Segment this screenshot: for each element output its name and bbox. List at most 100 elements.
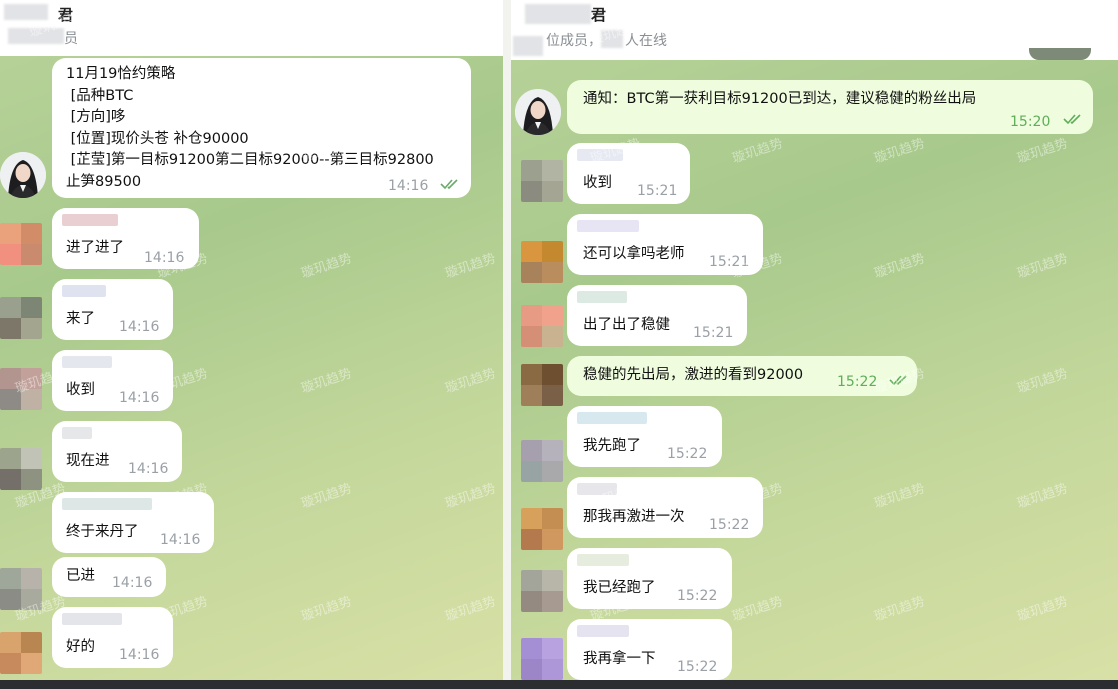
watermark: 璇玑趋势: [443, 594, 498, 625]
pixelated-avatar[interactable]: [521, 638, 563, 680]
blurred-sender-name: [62, 427, 92, 439]
watermark: 璇玑趋势: [1015, 481, 1070, 512]
message-text: 通知：BTC第一获利目标91200已到达，建议稳健的粉丝出局: [583, 91, 977, 107]
message-time: 15:21: [693, 325, 734, 341]
watermark: 璇玑趋势: [299, 594, 354, 625]
strategy-line: [芷莹]第一目标91200第二目标92000--第三目标92800: [66, 152, 434, 168]
watermark: 璇玑趋势: [299, 251, 354, 282]
message-time: 15:21: [637, 183, 678, 199]
strategy-line: 止笋89500: [66, 173, 142, 190]
notice-message[interactable]: 通知：BTC第一获利目标91200已到达，建议稳健的粉丝出局 15:20: [567, 80, 1093, 134]
message-text: 出了出了稳健: [583, 317, 670, 333]
pixelated-avatar[interactable]: [521, 570, 563, 612]
message-time: 15:22: [667, 446, 708, 462]
incoming-message[interactable]: 现在进 14:16: [52, 421, 182, 482]
blurred-sender-name: [577, 220, 639, 232]
pixelated-avatar[interactable]: [0, 297, 42, 339]
message-time: 15:21: [709, 254, 750, 270]
strategy-line: [位置]现价头苍 补仓90000: [66, 130, 249, 147]
message-text: 那我再激进一次: [583, 509, 685, 525]
message-time: 14:16: [119, 319, 160, 335]
double-check-icon: [889, 375, 907, 386]
incoming-message[interactable]: 进了进了 14:16: [52, 208, 199, 269]
pixelated-avatar[interactable]: [0, 632, 42, 674]
pixelated-avatar[interactable]: [0, 448, 42, 490]
strategy-line: [方向]哆: [66, 109, 126, 125]
sender-avatar[interactable]: [0, 152, 46, 198]
sender-avatar[interactable]: [515, 89, 561, 135]
watermark: 璇玑趋势: [872, 594, 927, 625]
incoming-message[interactable]: 还可以拿吗老师 15:21: [567, 214, 763, 275]
message-text: 好的: [66, 639, 95, 655]
strategy-line: [品种BTC: [66, 87, 134, 104]
pixelated-avatar[interactable]: [521, 305, 563, 347]
woman-portrait-avatar-icon: [0, 152, 46, 198]
woman-portrait-avatar-icon: [515, 89, 561, 135]
pixelated-avatar[interactable]: [0, 568, 42, 610]
incoming-message[interactable]: 我先跑了 15:22: [567, 406, 722, 467]
blurred-sender-name: [62, 214, 118, 226]
message-text: 还可以拿吗老师: [583, 246, 685, 262]
message-time: 15:22: [677, 659, 718, 675]
double-check-icon: [440, 179, 458, 190]
message-text: 我先跑了: [583, 438, 641, 454]
incoming-message[interactable]: 收到 14:16: [52, 350, 173, 411]
blurred-member-count: [8, 28, 64, 44]
pixelated-avatar[interactable]: [521, 440, 563, 482]
watermark: 璇玑趋势: [1015, 251, 1070, 282]
watermark: 璇玑趋势: [872, 251, 927, 282]
blurred-member-count: [513, 36, 543, 56]
message-text: 现在进: [66, 453, 110, 469]
watermark: 璇玑趋势: [299, 481, 354, 512]
blurred-sender-name: [62, 356, 112, 368]
blurred-sender-name: [577, 149, 623, 161]
watermark: 璇玑趋势: [1015, 594, 1070, 625]
message-text: 已进: [66, 568, 95, 584]
blurred-sender-name: [62, 498, 152, 510]
chat-header-left[interactable]: 君 员: [0, 0, 503, 56]
incoming-message[interactable]: 我再拿一下 15:22: [567, 619, 732, 680]
incoming-message[interactable]: 已进 14:16: [52, 557, 166, 597]
message-time: 14:16: [119, 647, 160, 663]
message-text: 收到: [66, 382, 95, 398]
chat-title: 君: [591, 6, 607, 24]
message-time: 15:22: [709, 517, 750, 533]
blurred-sender-name: [577, 412, 647, 424]
message-time: 15:20: [1010, 114, 1051, 130]
online-count-label: 人在线: [625, 33, 667, 49]
watermark: 璇玑趋势: [1015, 136, 1070, 167]
strategy-message[interactable]: 11月19恰约策略 [品种BTC [方向]哆 [位置]现价头苍 补仓90000 …: [52, 58, 471, 198]
blurred-sender-name: [62, 613, 122, 625]
incoming-message[interactable]: 那我再激进一次 15:22: [567, 477, 763, 538]
message-text: 来了: [66, 311, 95, 327]
incoming-message[interactable]: 好的 14:16: [52, 607, 173, 668]
message-time: 14:16: [128, 461, 169, 477]
pixelated-avatar[interactable]: [521, 508, 563, 550]
pixelated-avatar[interactable]: [521, 364, 563, 406]
incoming-message[interactable]: 来了 14:16: [52, 279, 173, 340]
watermark: 璇玑趋势: [1015, 366, 1070, 397]
message-time: 14:16: [144, 250, 185, 266]
pixelated-avatar[interactable]: [521, 241, 563, 283]
pixelated-avatar[interactable]: [0, 368, 42, 410]
incoming-message[interactable]: 收到 15:21: [567, 143, 690, 204]
watermark: 璇玑趋势: [443, 251, 498, 282]
screenshot-collage: 君 员 11月19恰约策略 [品种BTC [方向]哆 [位置]现价头苍 补仓90…: [0, 0, 1118, 689]
taskbar-strip: [0, 680, 1118, 689]
message-text: 我已经跑了: [583, 580, 656, 596]
chat-header-right[interactable]: 君 位成员， 人在线: [511, 0, 1118, 60]
incoming-message[interactable]: 我已经跑了 15:22: [567, 548, 732, 609]
incoming-message[interactable]: 终于来丹了 14:16: [52, 492, 214, 553]
member-count-label: 位成员，: [546, 33, 602, 49]
own-message[interactable]: 稳健的先出局，激进的看到92000 15:22: [567, 356, 917, 396]
watermark: 璇玑趋势: [443, 366, 498, 397]
message-time: 14:16: [112, 575, 153, 591]
pinned-bar-edge: [1029, 48, 1091, 60]
incoming-message[interactable]: 出了出了稳健 15:21: [567, 285, 747, 346]
double-check-icon: [1063, 114, 1081, 125]
pixelated-avatar[interactable]: [0, 223, 42, 265]
watermark: 璇玑趋势: [872, 481, 927, 512]
message-time: 15:22: [837, 374, 878, 390]
watermark: 璇玑趋势: [872, 136, 927, 167]
pixelated-avatar[interactable]: [521, 160, 563, 202]
